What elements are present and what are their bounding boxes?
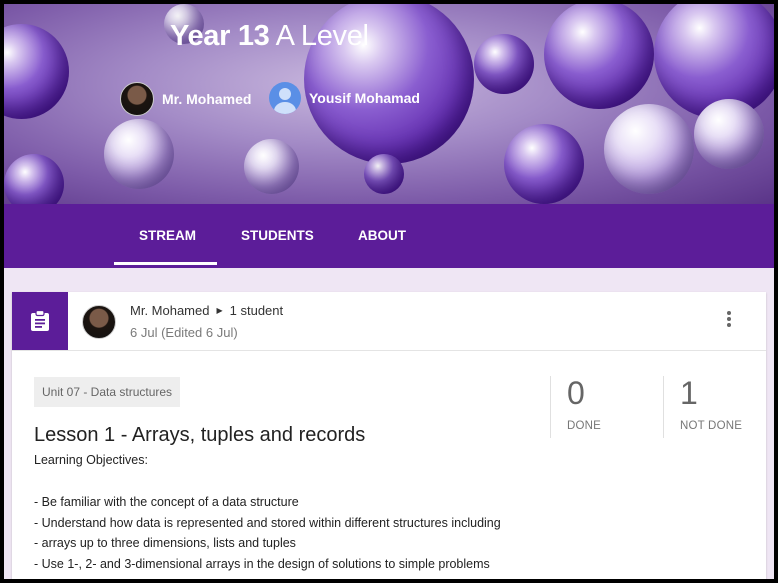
decor-sphere <box>694 99 764 169</box>
not-done-stat[interactable]: 1 NOT DONE <box>663 376 774 438</box>
teacher-avatar <box>120 82 154 116</box>
card-header: Mr. Mohamed ▶ 1 student 6 Jul (Edited 6 … <box>12 292 766 351</box>
done-count: 0 <box>567 375 585 411</box>
class-title-year: Year 13 <box>170 20 270 52</box>
tab-students[interactable]: STUDENTS <box>241 228 314 243</box>
done-label: DONE <box>567 420 602 432</box>
decor-sphere <box>474 34 534 94</box>
teacher-name: Yousif Mohamad <box>309 90 420 106</box>
tab-stream[interactable]: STREAM <box>139 228 196 243</box>
decor-sphere <box>4 24 69 119</box>
done-stat[interactable]: 0 DONE <box>550 376 663 438</box>
decor-sphere <box>4 154 64 204</box>
teacher-chip[interactable]: Yousif Mohamad <box>269 82 420 114</box>
teacher-chip[interactable]: Mr. Mohamed <box>120 82 251 116</box>
decor-sphere <box>544 4 654 109</box>
objectives-list: - Be familiar with the concept of a data… <box>34 492 501 574</box>
tab-about[interactable]: ABOUT <box>358 228 406 243</box>
assignment-title[interactable]: Lesson 1 - Arrays, tuples and records <box>34 424 365 447</box>
post-date: 6 Jul (Edited 6 Jul) <box>130 325 238 340</box>
active-tab-indicator <box>114 262 217 265</box>
arrow-right-icon: ▶ <box>216 306 223 315</box>
post-author[interactable]: Mr. Mohamed <box>130 303 209 318</box>
objectives-heading: Learning Objectives: <box>34 453 148 467</box>
not-done-label: NOT DONE <box>680 420 743 432</box>
submission-stats: 0 DONE 1 NOT DONE <box>550 376 774 438</box>
assignment-tile <box>12 292 68 350</box>
class-title-level: A Level <box>275 20 369 52</box>
decor-sphere <box>244 139 299 194</box>
decor-sphere <box>364 154 404 194</box>
decor-sphere <box>504 124 584 204</box>
class-nav: STREAM STUDENTS ABOUT <box>4 204 774 268</box>
more-vert-icon[interactable] <box>726 309 732 331</box>
decor-sphere <box>104 119 174 189</box>
class-banner: Year 13 A Level Mr. Mohamed Yousif Moham… <box>4 4 774 204</box>
post-meta: Mr. Mohamed ▶ 1 student <box>130 303 283 318</box>
class-title: Year 13 A Level <box>170 20 369 53</box>
list-item: - Use 1-, 2- and 3-dimensional arrays in… <box>34 556 490 571</box>
not-done-count: 1 <box>680 375 698 411</box>
assignment-card[interactable]: Mr. Mohamed ▶ 1 student 6 Jul (Edited 6 … <box>12 292 766 579</box>
decor-sphere <box>604 104 694 194</box>
teacher-avatar <box>269 82 301 114</box>
classroom-page: Year 13 A Level Mr. Mohamed Yousif Moham… <box>4 4 774 579</box>
list-item: - Be familiar with the concept of a data… <box>34 495 299 509</box>
assignment-icon <box>31 310 49 331</box>
teacher-name: Mr. Mohamed <box>162 91 252 107</box>
poster-avatar[interactable] <box>82 305 116 339</box>
list-item: - arrays up to three dimensions, lists a… <box>34 536 296 550</box>
topic-chip[interactable]: Unit 07 - Data structures <box>34 377 181 407</box>
list-item: - Understand how data is represented and… <box>34 515 501 530</box>
post-audience: 1 student <box>229 303 284 318</box>
